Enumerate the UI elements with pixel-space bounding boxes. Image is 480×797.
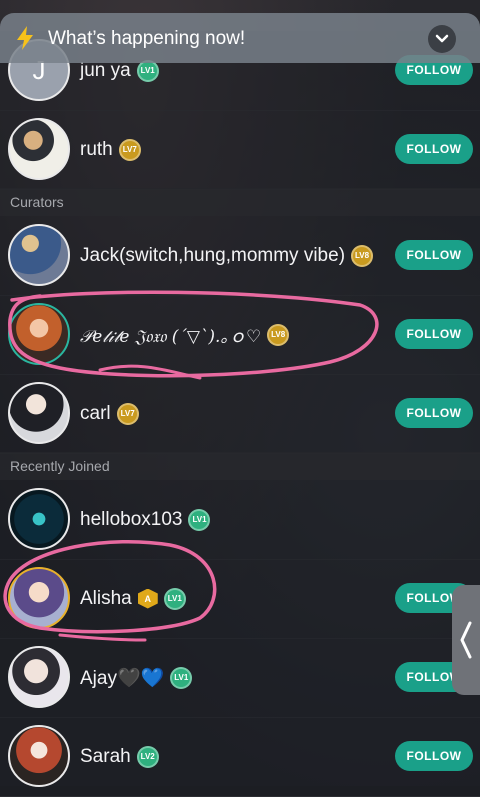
follow-button[interactable]: FOLLOW	[395, 240, 473, 270]
chevron-down-icon	[435, 34, 449, 43]
follow-button[interactable]: FOLLOW	[395, 741, 473, 771]
list-item[interactable]: 𝒫𝑒𝓉𝒾𝓉𝑒 𝔍𝔬𝔵𝔬 (´▽`).｡ｏ♡ LV8 FOLLOW	[0, 295, 480, 375]
section-header-curators: Curators	[0, 188, 480, 216]
section-header-recently-joined: Recently Joined	[0, 452, 480, 480]
user-name: Jack(switch,hung,mommy vibe)	[80, 244, 346, 266]
happening-now-banner[interactable]: What’s happening now!	[0, 13, 480, 63]
avatar[interactable]	[8, 567, 70, 629]
list-item[interactable]: carl LV7 FOLLOW	[0, 374, 480, 454]
banner-toggle-button[interactable]	[428, 25, 456, 53]
user-name: 𝒫𝑒𝓉𝒾𝓉𝑒 𝔍𝔬𝔵𝔬 (´▽`).｡ｏ♡	[80, 327, 262, 347]
level-badge: LV8	[267, 323, 290, 346]
level-badge: LV8	[351, 244, 374, 267]
avatar[interactable]	[8, 224, 70, 286]
avatar[interactable]	[8, 118, 70, 180]
side-drawer-handle[interactable]	[452, 585, 480, 695]
avatar[interactable]	[8, 488, 70, 550]
list-item[interactable]: Sarah LV2 FOLLOW	[0, 717, 480, 797]
follow-button[interactable]: FOLLOW	[395, 319, 473, 349]
follow-button[interactable]: FOLLOW	[395, 134, 473, 164]
avatar[interactable]	[8, 646, 70, 708]
user-name: carl	[80, 402, 111, 424]
avatar[interactable]	[8, 382, 70, 444]
avatar[interactable]	[8, 725, 70, 787]
list-item[interactable]: Ajay🖤💙 LV1 FOLLOW	[0, 638, 480, 718]
user-name: Sarah	[80, 745, 131, 767]
user-name: ruth	[80, 138, 113, 160]
amino-badge-icon: A	[137, 588, 158, 609]
user-name: hellobox103	[80, 508, 183, 530]
user-name: Ajay🖤💙	[80, 667, 165, 689]
lightning-icon	[17, 26, 33, 50]
level-badge: LV7	[116, 402, 139, 425]
level-badge: LV1	[163, 587, 186, 610]
list-item[interactable]: ruth LV7 FOLLOW	[0, 110, 480, 190]
list-item[interactable]: Alisha A LV1 FOLLOW	[0, 559, 480, 639]
follow-button[interactable]: FOLLOW	[395, 398, 473, 428]
level-badge: LV2	[136, 745, 159, 768]
avatar[interactable]	[8, 303, 70, 365]
user-name: Alisha	[80, 587, 132, 609]
level-badge: LV7	[118, 138, 141, 161]
level-badge: LV1	[170, 666, 193, 689]
list-item[interactable]: hellobox103 LV1	[0, 480, 480, 560]
chevron-left-icon	[460, 621, 472, 659]
list-item[interactable]: Jack(switch,hung,mommy vibe) LV8 FOLLOW	[0, 216, 480, 296]
banner-title: What’s happening now!	[48, 28, 246, 49]
level-badge: LV1	[188, 508, 211, 531]
